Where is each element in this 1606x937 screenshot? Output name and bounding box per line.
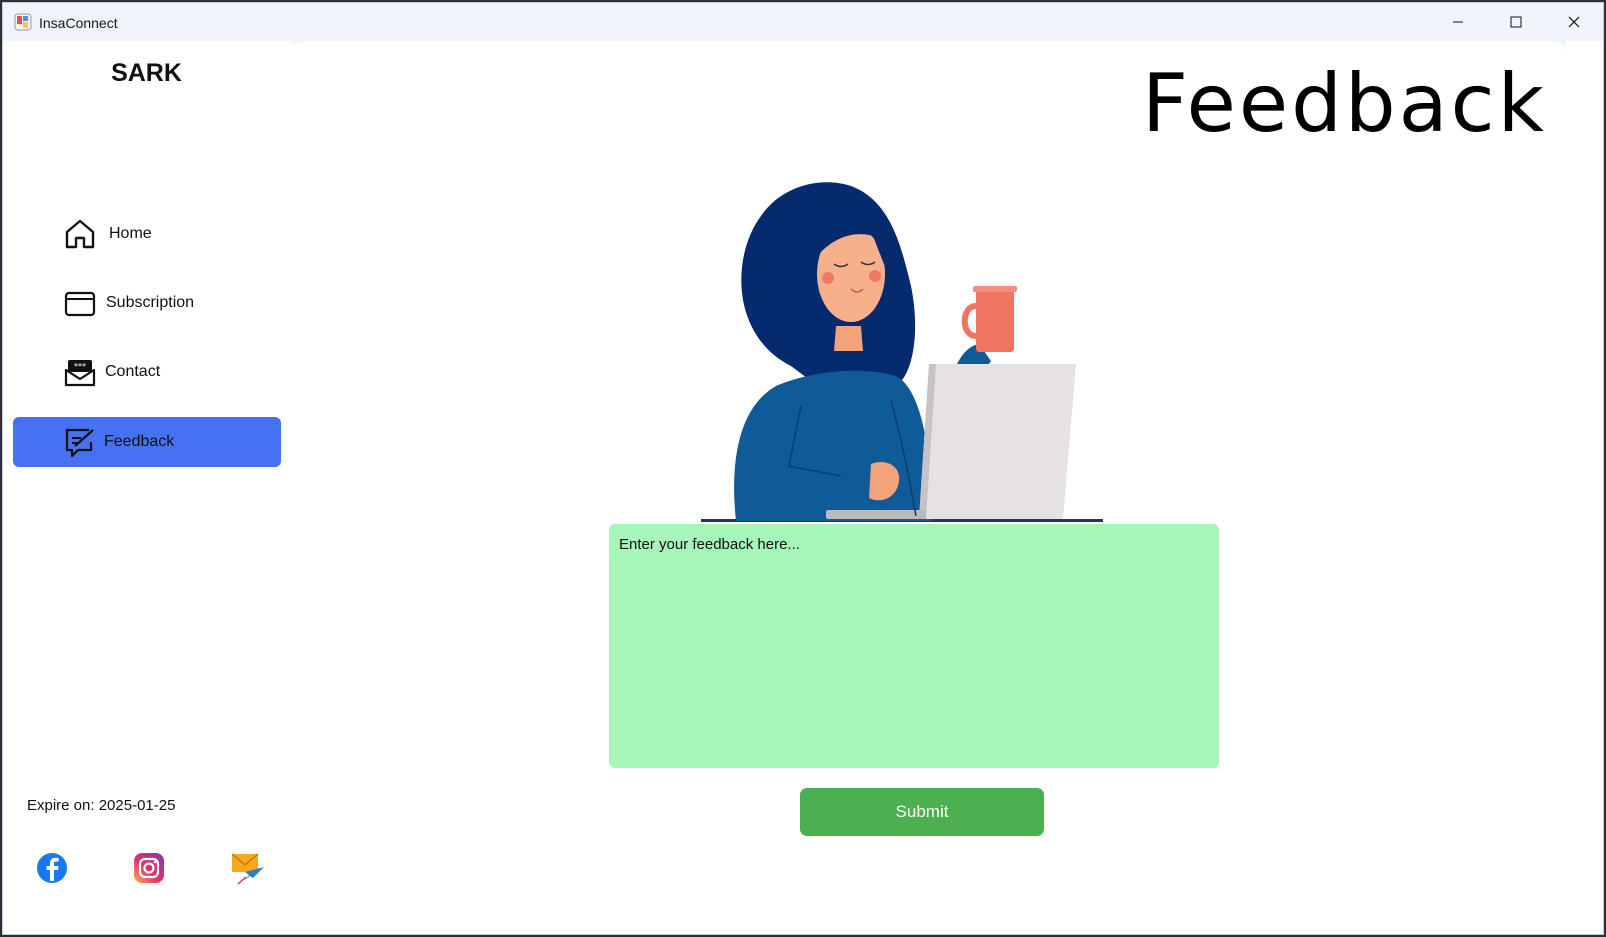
email-icon[interactable]	[231, 851, 265, 885]
contact-icon: ***	[64, 360, 96, 387]
page-title: Feedback	[1142, 57, 1547, 150]
wallet-icon	[64, 291, 96, 317]
window-edge	[1565, 41, 1603, 934]
app-window: InsaConnect SARK Home Subscription *** C…	[2, 2, 1604, 935]
minimize-icon	[1453, 21, 1463, 23]
maximize-button[interactable]	[1487, 3, 1545, 41]
main-content: Feedback Enter your feedback here... Sub…	[291, 41, 1565, 934]
submit-button[interactable]: Submit	[800, 788, 1044, 836]
instagram-icon[interactable]	[132, 851, 166, 885]
facebook-icon[interactable]	[35, 851, 69, 885]
maximize-icon	[1510, 16, 1522, 28]
feedback-input[interactable]: Enter your feedback here...	[609, 524, 1219, 768]
close-icon	[1568, 16, 1580, 28]
close-button[interactable]	[1545, 3, 1603, 41]
expire-date: Expire on: 2025-01-25	[27, 797, 176, 814]
svg-text:***: ***	[74, 362, 86, 371]
minimize-button[interactable]	[1429, 3, 1487, 41]
window-title: InsaConnect	[39, 15, 118, 31]
sidebar-item-label: Feedback	[104, 433, 175, 450]
sidebar: SARK Home Subscription *** Contact Feedb…	[3, 41, 293, 934]
sidebar-item-label: Contact	[105, 363, 161, 380]
sidebar-item-subscription[interactable]: Subscription	[13, 278, 281, 328]
brand-name: SARK	[111, 59, 182, 87]
app-logo-icon	[14, 13, 32, 31]
sidebar-item-label: Subscription	[106, 294, 195, 311]
feedback-placeholder: Enter your feedback here...	[619, 536, 800, 553]
sidebar-item-home[interactable]: Home	[13, 209, 281, 259]
sidebar-item-feedback[interactable]: Feedback	[13, 417, 281, 467]
feedback-icon	[65, 428, 94, 458]
sidebar-item-contact[interactable]: *** Contact	[13, 347, 281, 397]
title-bar: InsaConnect	[3, 3, 1603, 41]
woman-with-laptop-illustration	[701, 182, 1103, 522]
sidebar-item-label: Home	[109, 225, 152, 242]
home-icon	[65, 219, 95, 249]
